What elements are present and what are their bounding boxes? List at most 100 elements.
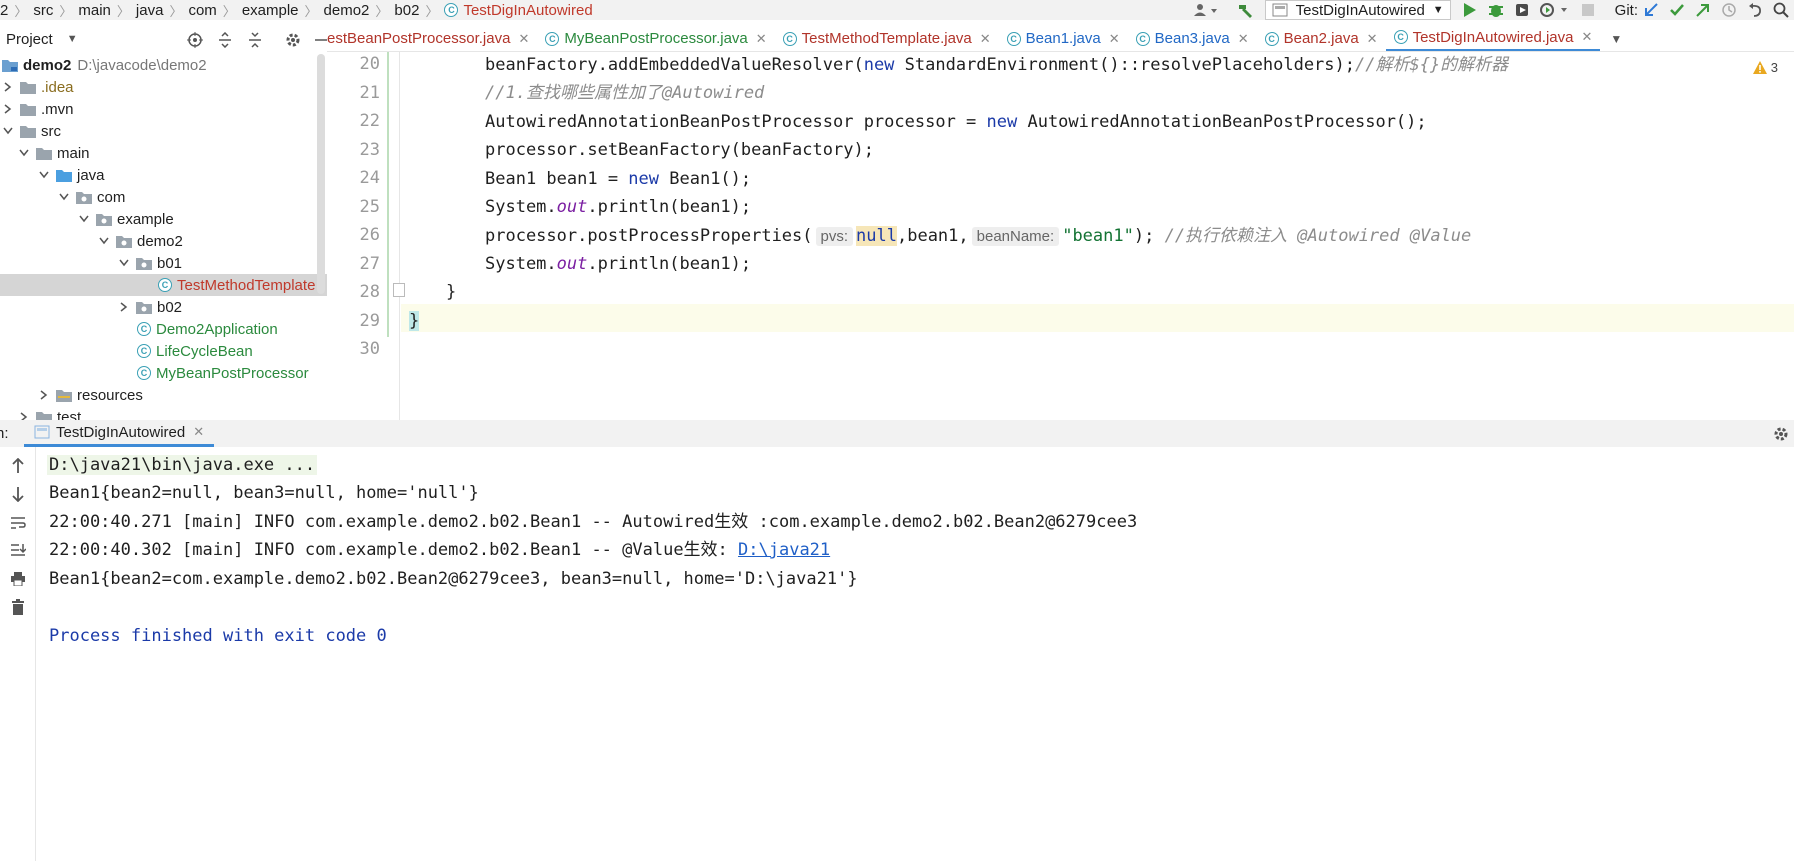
tree-item-resources[interactable]: resources — [0, 384, 327, 406]
close-icon[interactable]: ✕ — [1238, 31, 1249, 47]
breadcrumb-item-com[interactable]: com — [188, 2, 216, 19]
tab-bean2[interactable]: C Bean2.java ✕ — [1257, 26, 1386, 51]
close-icon[interactable]: ✕ — [756, 31, 767, 47]
chevron-down-icon[interactable] — [38, 169, 50, 181]
close-icon[interactable]: ✕ — [1109, 31, 1120, 47]
tree-item-testmethodtemplate[interactable]: C TestMethodTemplate — [0, 274, 327, 296]
code-line-26[interactable]: processor.postProcessProperties(pvs: null… — [485, 222, 1471, 250]
git-push-icon[interactable] — [1692, 0, 1714, 20]
rollback-icon[interactable] — [1744, 0, 1766, 20]
user-icon[interactable] — [1191, 0, 1221, 20]
code-line-28[interactable]: } — [446, 278, 456, 306]
project-panel-title[interactable]: Project — [6, 31, 53, 48]
tree-item-example[interactable]: example — [0, 208, 327, 230]
chevron-right-icon[interactable] — [2, 103, 14, 115]
tree-item-mvn[interactable]: .mvn — [0, 98, 327, 120]
tree-item-idea[interactable]: .idea — [0, 76, 327, 98]
tree-item-demo2-package[interactable]: demo2 — [0, 230, 327, 252]
chevron-right-icon[interactable] — [2, 81, 14, 93]
git-update-icon[interactable] — [1640, 0, 1662, 20]
breadcrumb-current-file[interactable]: C TestDigInAutowired — [444, 2, 593, 19]
chevron-down-icon[interactable] — [78, 213, 90, 225]
code-line-21[interactable]: //1.查找哪些属性加了@Autowired — [485, 79, 764, 107]
close-icon[interactable]: ✕ — [518, 31, 529, 47]
debug-icon[interactable] — [1485, 0, 1507, 20]
tab-testbeanpostprocessor[interactable]: estBeanPostProcessor.java ✕ — [327, 26, 537, 51]
stop-icon[interactable] — [1577, 0, 1599, 20]
close-icon[interactable]: ✕ — [980, 31, 991, 47]
code-line-27[interactable]: System.out.println(bean1); — [485, 250, 751, 278]
chevron-down-icon[interactable]: ▼ — [67, 33, 78, 45]
close-icon[interactable]: ✕ — [1367, 31, 1378, 47]
tab-label: TestDigInAutowired.java — [1412, 28, 1574, 46]
chevron-right-icon[interactable] — [38, 389, 50, 401]
run-icon[interactable] — [1459, 0, 1481, 20]
tree-scrollbar[interactable] — [317, 54, 325, 294]
warning-indicator[interactable]: 3 — [1752, 60, 1778, 75]
arrow-down-icon[interactable] — [9, 485, 27, 503]
code-line-22[interactable]: AutowiredAnnotationBeanPostProcessor pro… — [485, 108, 1427, 136]
chevron-right-icon[interactable] — [118, 301, 130, 313]
tab-bean1[interactable]: C Bean1.java ✕ — [999, 26, 1128, 51]
profile-icon[interactable] — [1537, 0, 1573, 20]
console-path-link[interactable]: D:\java21 — [738, 540, 830, 560]
chevron-down-icon[interactable] — [58, 191, 70, 203]
chevron-down-icon[interactable] — [2, 125, 14, 137]
print-icon[interactable] — [9, 570, 27, 588]
soft-wrap-icon[interactable] — [9, 514, 27, 532]
collapse-all-icon[interactable] — [244, 30, 266, 50]
tree-item-com[interactable]: com — [0, 186, 327, 208]
fold-icon[interactable] — [393, 283, 405, 297]
code-line-24[interactable]: Bean1 bean1 = new Bean1(); — [485, 165, 751, 193]
tree-item-test[interactable]: test — [0, 406, 327, 420]
tree-item-demo2application[interactable]: C Demo2Application — [0, 318, 327, 340]
tree-item-lifecyclebean[interactable]: C LifeCycleBean — [0, 340, 327, 362]
console-command[interactable]: D:\java21\bin\java.exe ... — [47, 455, 318, 475]
expand-all-icon[interactable] — [214, 30, 236, 50]
gear-icon[interactable] — [1770, 424, 1792, 444]
chevron-right-icon[interactable] — [18, 411, 30, 420]
code-line-25[interactable]: System.out.println(bean1); — [485, 193, 751, 221]
tree-item-b02[interactable]: b02 — [0, 296, 327, 318]
breadcrumb-item[interactable]: 2 — [0, 2, 8, 19]
chevron-down-icon[interactable] — [18, 147, 30, 159]
code-editor[interactable]: 20 21 22 23 24 25 26 27 28 29 30 3 beanF… — [327, 52, 1794, 420]
trash-icon[interactable] — [9, 598, 27, 616]
tab-testmethodtemplate[interactable]: C TestMethodTemplate.java ✕ — [775, 26, 999, 51]
breadcrumb-item-example[interactable]: example — [242, 2, 299, 19]
coverage-icon[interactable] — [1511, 0, 1533, 20]
breadcrumb-item-java[interactable]: java — [136, 2, 164, 19]
code-line-20[interactable]: beanFactory.addEmbeddedValueResolver(new… — [485, 52, 1508, 79]
search-icon[interactable] — [1770, 0, 1792, 20]
run-tab[interactable]: TestDigInAutowired ✕ — [24, 420, 215, 447]
build-hammer-icon[interactable] — [1235, 0, 1257, 20]
tree-item-main[interactable]: main — [0, 142, 327, 164]
history-icon[interactable] — [1718, 0, 1740, 20]
code-line-23[interactable]: processor.setBeanFactory(beanFactory); — [485, 136, 874, 164]
project-tree[interactable]: demo2 D:\javacode\demo2 .idea .mvn src m… — [0, 52, 327, 420]
close-icon[interactable]: ✕ — [1582, 29, 1593, 45]
breadcrumb-item-b02[interactable]: b02 — [394, 2, 419, 19]
chevron-down-icon[interactable] — [98, 235, 110, 247]
run-configuration-select[interactable]: TestDigInAutowired ▼ — [1264, 0, 1451, 20]
tree-item-java[interactable]: java — [0, 164, 327, 186]
scroll-to-end-icon[interactable] — [9, 541, 27, 559]
breadcrumb-item-main[interactable]: main — [78, 2, 111, 19]
tab-mybeanpostprocessor[interactable]: C MyBeanPostProcessor.java ✕ — [537, 26, 774, 51]
tree-item-demo2-module[interactable]: demo2 D:\javacode\demo2 — [0, 54, 327, 76]
tree-item-b01[interactable]: b01 — [0, 252, 327, 274]
tree-item-mybeanpostprocessor[interactable]: C MyBeanPostProcessor — [0, 362, 327, 384]
code-line-29[interactable]: } — [409, 307, 420, 335]
tab-bean3[interactable]: C Bean3.java ✕ — [1128, 26, 1257, 51]
tabs-overflow-icon[interactable]: ▼ — [1610, 32, 1622, 46]
chevron-down-icon[interactable] — [118, 257, 130, 269]
close-icon[interactable]: ✕ — [193, 424, 204, 440]
locate-icon[interactable] — [184, 30, 206, 50]
tree-item-src[interactable]: src — [0, 120, 327, 142]
gear-icon[interactable] — [282, 30, 304, 50]
tab-testdiginautowired[interactable]: C TestDigInAutowired.java ✕ — [1385, 26, 1601, 51]
arrow-up-icon[interactable] — [9, 457, 27, 475]
breadcrumb-item-src[interactable]: src — [33, 2, 53, 19]
breadcrumb-item-demo2[interactable]: demo2 — [324, 2, 370, 19]
git-commit-icon[interactable] — [1666, 0, 1688, 20]
